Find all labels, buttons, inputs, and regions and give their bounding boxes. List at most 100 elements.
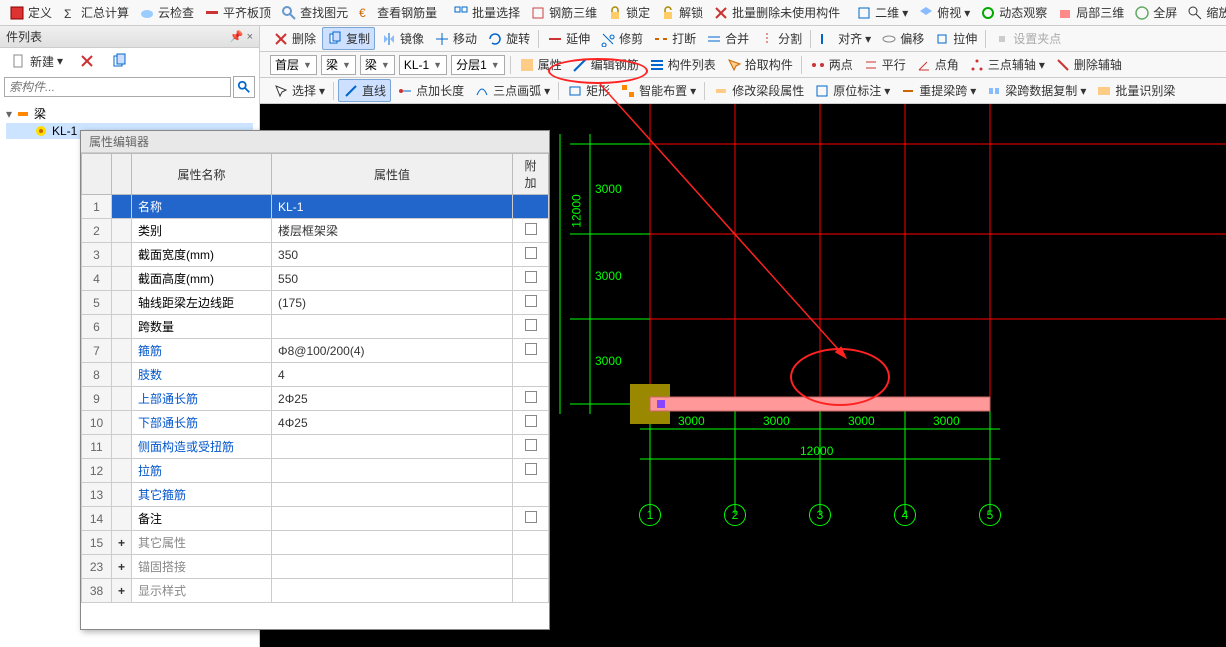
new-button[interactable]: 新建 ▾ [7,51,67,72]
batch-del-button[interactable]: 批量删除未使用构件 [709,2,844,23]
merge-button[interactable]: 合并 [702,28,753,49]
prop-row[interactable]: 12拉筋 [82,459,549,483]
axis-marker: 5 [979,504,1001,526]
prop-row[interactable]: 3截面宽度(mm)350 [82,243,549,267]
property-editor[interactable]: 属性编辑器 属性名称 属性值 附加 1名称KL-12类别楼层框架梁3截面宽度(m… [80,130,550,630]
axis-marker: 1 [639,504,661,526]
dim-label: 3000 [848,414,875,428]
arc3-button[interactable]: 三点画弧 ▾ [470,80,554,101]
delete-item-button[interactable] [75,51,99,71]
del-aux-button[interactable]: 删除辅轴 [1051,54,1126,75]
prop-row[interactable]: 6跨数量 [82,315,549,339]
prop-row[interactable]: 23+锚固搭接 [82,555,549,579]
break-button[interactable]: 打断 [649,28,700,49]
define-button[interactable]: 定义 [5,2,56,23]
origmark-button[interactable]: 原位标注 ▾ [810,80,894,101]
attr-button[interactable]: 属性 [515,54,566,75]
set-grip-button[interactable]: 设置夹点 [990,28,1065,49]
batchid-button[interactable]: 批量识别梁 [1092,80,1179,101]
delete-button[interactable]: 删除 [269,28,320,49]
prop-row[interactable]: 15+其它属性 [82,531,549,555]
svg-text:€: € [359,6,366,20]
smart-button[interactable]: 智能布置 ▾ [616,80,700,101]
cloud-check-button[interactable]: 云检查 [135,2,198,23]
move-button[interactable]: 移动 [430,28,481,49]
floor-combo[interactable]: 首层▼ [270,55,317,75]
prop-row[interactable]: 7箍筋Φ8@100/200(4) [82,339,549,363]
unlock-button[interactable]: 解锁 [656,2,707,23]
angle-button[interactable]: 点角 [912,54,963,75]
dim-total-label: 12000 [800,444,833,458]
element-combo[interactable]: KL-1▼ [399,55,447,75]
topview-button[interactable]: 俯视 ▾ [914,2,974,23]
zoom-button[interactable]: 缩放 ▾ [1183,2,1226,23]
select-button[interactable]: 选择 ▾ [269,80,329,101]
draw-toolbar: 选择 ▾ 直线 点加长度 三点画弧 ▾ 矩形 智能布置 ▾ 修改梁段属性 原位标… [260,78,1226,104]
subtype-combo[interactable]: 梁▼ [360,55,395,75]
prop-row[interactable]: 10下部通长筋4Φ25 [82,411,549,435]
trim-button[interactable]: 修剪 [596,28,647,49]
rect-button[interactable]: 矩形 [563,80,614,101]
prop-row[interactable]: 9上部通长筋2Φ25 [82,387,549,411]
batch-select-button[interactable]: 批量选择 [449,2,524,23]
pointlen-button[interactable]: 点加长度 [393,80,468,101]
rotate-button[interactable]: 旋转 [483,28,534,49]
sum-button[interactable]: Σ汇总计算 [58,2,133,23]
three-aux-button[interactable]: 三点辅轴 ▾ [965,54,1049,75]
grip-point[interactable] [657,400,665,408]
offset-button[interactable]: 偏移 [877,28,928,49]
dim-label: 3000 [595,354,622,368]
line-button[interactable]: 直线 [338,79,391,102]
type-combo[interactable]: 梁▼ [321,55,356,75]
layer-combo[interactable]: 分层1▼ [451,55,505,75]
dim-label: 3000 [763,414,790,428]
copy-item-button[interactable] [107,51,131,71]
comp-list-button[interactable]: 构件列表 [645,54,720,75]
view2d-button[interactable]: 二维 ▾ [852,2,912,23]
dim-label: 3000 [595,269,622,283]
col-add: 附加 [513,154,549,195]
prop-row[interactable]: 14备注 [82,507,549,531]
prop-row[interactable]: 5轴线距梁左边线距(175) [82,291,549,315]
flat-top-button[interactable]: 平齐板顶 [200,2,275,23]
panel-pin-icon[interactable]: 📌 × [230,30,253,43]
dynamic-button[interactable]: 动态观察 [976,2,1051,23]
search-input[interactable] [4,77,231,97]
prop-row[interactable]: 2类别楼层框架梁 [82,219,549,243]
mirror-button[interactable]: 镜像 [377,28,428,49]
search-button[interactable] [233,76,255,98]
prop-row[interactable]: 11侧面构造或受扭筋 [82,435,549,459]
stretch-button[interactable]: 拉伸 [930,28,981,49]
dim-total-label: 12000 [570,194,584,227]
modseg-button[interactable]: 修改梁段属性 [709,80,808,101]
extend-button[interactable]: 延伸 [543,28,594,49]
axis-marker: 2 [724,504,746,526]
property-editor-title: 属性编辑器 [81,131,549,153]
prop-row[interactable]: 8肢数4 [82,363,549,387]
split-button[interactable]: 分割 [755,28,806,49]
prop-row[interactable]: 13其它箍筋 [82,483,549,507]
prop-row[interactable]: 4截面高度(mm)550 [82,267,549,291]
local3d-button[interactable]: 局部三维 [1053,2,1128,23]
relayout-button[interactable]: 重提梁跨 ▾ [896,80,980,101]
prop-row[interactable]: 38+显示样式 [82,579,549,603]
pick-button[interactable]: 拾取构件 [722,54,797,75]
rebar-qty-button[interactable]: €查看钢筋量 [354,2,441,23]
rebar3d-button[interactable]: 钢筋三维 [526,2,601,23]
find-button[interactable]: 查找图元 [277,2,352,23]
twopoint-button[interactable]: 两点 [806,54,857,75]
property-grid[interactable]: 属性名称 属性值 附加 1名称KL-12类别楼层框架梁3截面宽度(mm)3504… [81,153,549,603]
fullscreen-button[interactable]: 全屏 [1130,2,1181,23]
edit-rebar-button[interactable]: 编辑钢筋 [568,54,643,75]
beam-element[interactable] [650,397,990,411]
copy-button[interactable]: 复制 [322,27,375,50]
lock-button[interactable]: 锁定 [603,2,654,23]
col-value: 属性值 [272,154,513,195]
align-button[interactable]: 对齐 ▾ [815,28,875,49]
axis-marker: 4 [894,504,916,526]
copyspan-button[interactable]: 梁跨数据复制 ▾ [982,80,1090,101]
tree-root[interactable]: ▾ 梁 [6,104,253,123]
parallel-button[interactable]: 平行 [859,54,910,75]
axis-marker: 3 [809,504,831,526]
prop-row[interactable]: 1名称KL-1 [82,195,549,219]
